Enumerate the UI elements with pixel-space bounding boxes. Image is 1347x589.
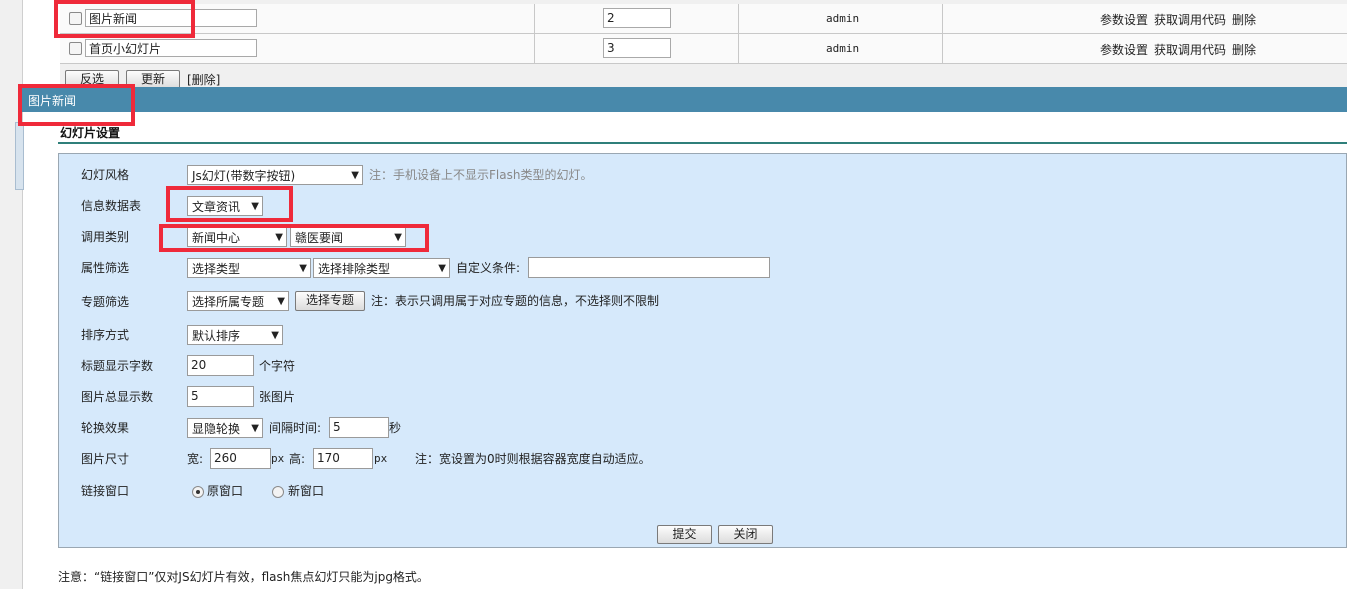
exclude-type-select-value: 选择排除类型 (318, 262, 391, 276)
interval-unit: 秒 (389, 421, 402, 435)
author-cell: admin (826, 42, 860, 55)
topic-label: 专题筛选 (81, 295, 130, 309)
highlight-box (159, 224, 429, 252)
sort-select[interactable]: 默认排序 ▼ (187, 325, 283, 345)
author-cell: admin (826, 12, 860, 25)
slideshow-list-table: 图片新闻 2 admin 参数设置 获取调用代码 删除 首页小幻灯片 3 admin… (60, 0, 1347, 90)
effect-label: 轮换效果 (81, 421, 130, 435)
table-row: 首页小幻灯片 3 admin 参数设置 获取调用代码 删除 (60, 34, 1347, 64)
delete-link[interactable]: 删除 (1232, 43, 1256, 57)
choose-topic-button[interactable]: 选择专题 (295, 291, 365, 311)
width-unit: px (271, 452, 285, 465)
type-select-value: 选择类型 (192, 262, 241, 276)
attribute-label: 属性筛选 (81, 261, 130, 275)
title-length-label: 标题显示字数 (81, 359, 154, 373)
style-label: 幻灯风格 (81, 168, 130, 182)
slideshow-name-input[interactable]: 首页小幻灯片 (85, 39, 257, 57)
exclude-type-select[interactable]: 选择排除类型 ▼ (313, 258, 450, 278)
topic-note: 注：表示只调用属于对应专题的信息，不选择则不限制 (371, 294, 660, 308)
picture-count-label: 图片总显示数 (81, 390, 154, 404)
picture-count-unit: 张图片 (259, 390, 296, 404)
height-unit: px (374, 452, 388, 465)
custom-condition-label: 自定义条件: (456, 261, 521, 275)
new-window-radio[interactable] (272, 486, 284, 498)
interval-input[interactable]: 5 (329, 417, 389, 438)
highlight-box (166, 186, 293, 222)
new-window-label: 新窗口 (288, 484, 325, 498)
width-label: 宽: (187, 452, 204, 466)
title-length-unit: 个字符 (259, 359, 296, 373)
close-button[interactable]: 关闭 (718, 525, 773, 544)
order-input[interactable]: 2 (603, 8, 671, 28)
section-title: 幻灯片设置 (60, 126, 121, 140)
chevron-down-icon: ▼ (251, 423, 259, 434)
size-note: 注：宽设置为0时则根据容器宽度自动适应。 (415, 452, 651, 466)
get-code-link[interactable]: 获取调用代码 (1154, 13, 1226, 27)
size-label: 图片尺寸 (81, 452, 130, 466)
height-input[interactable]: 170 (313, 448, 373, 469)
style-select-value: Js幻灯(带数字按钮) (192, 169, 296, 183)
topic-select-value: 选择所属专题 (192, 295, 265, 309)
row-actions: 参数设置 获取调用代码 删除 (1100, 11, 1262, 28)
highlight-box (54, 0, 195, 38)
link-window-label: 链接窗口 (81, 484, 130, 498)
same-window-radio[interactable] (192, 486, 204, 498)
interval-label: 间隔时间: (269, 421, 322, 435)
height-label: 高: (289, 452, 306, 466)
panel-header-bar (22, 87, 1347, 112)
type-select[interactable]: 选择类型 ▼ (187, 258, 311, 278)
highlight-box (18, 84, 135, 126)
table-row: 图片新闻 2 admin 参数设置 获取调用代码 删除 (60, 4, 1347, 34)
chevron-down-icon: ▼ (351, 170, 359, 181)
chevron-down-icon: ▼ (277, 296, 285, 307)
effect-select-value: 显隐轮换 (192, 422, 241, 436)
style-select[interactable]: Js幻灯(带数字按钮) ▼ (187, 165, 363, 185)
row-checkbox[interactable] (69, 42, 82, 55)
param-settings-link[interactable]: 参数设置 (1100, 13, 1148, 27)
chevron-down-icon: ▼ (271, 330, 279, 341)
style-note: 注：手机设备上不显示Flash类型的幻灯。 (369, 168, 593, 182)
title-length-input[interactable]: 20 (187, 355, 254, 376)
param-settings-link[interactable]: 参数设置 (1100, 43, 1148, 57)
category-label: 调用类别 (81, 230, 130, 244)
delete-button[interactable]: [删除] (187, 71, 220, 88)
sort-select-value: 默认排序 (192, 329, 241, 343)
submit-button[interactable]: 提交 (657, 525, 712, 544)
sort-label: 排序方式 (81, 328, 130, 342)
section-divider (58, 142, 1347, 144)
topic-select[interactable]: 选择所属专题 ▼ (187, 291, 289, 311)
get-code-link[interactable]: 获取调用代码 (1154, 43, 1226, 57)
same-window-label: 原窗口 (207, 484, 244, 498)
delete-link[interactable]: 删除 (1232, 13, 1256, 27)
footer-note: 注意：“链接窗口”仅对JS幻灯片有效，flash焦点幻灯只能为jpg格式。 (58, 570, 429, 584)
row-actions: 参数设置 获取调用代码 删除 (1100, 41, 1262, 58)
chevron-down-icon: ▼ (438, 263, 446, 274)
picture-count-input[interactable]: 5 (187, 386, 254, 407)
left-panel-edge (15, 122, 24, 190)
effect-select[interactable]: 显隐轮换 ▼ (187, 418, 263, 438)
custom-condition-input[interactable] (528, 257, 770, 278)
table-label: 信息数据表 (81, 199, 142, 213)
chevron-down-icon: ▼ (299, 263, 307, 274)
width-input[interactable]: 260 (210, 448, 271, 469)
order-input[interactable]: 3 (603, 38, 671, 58)
